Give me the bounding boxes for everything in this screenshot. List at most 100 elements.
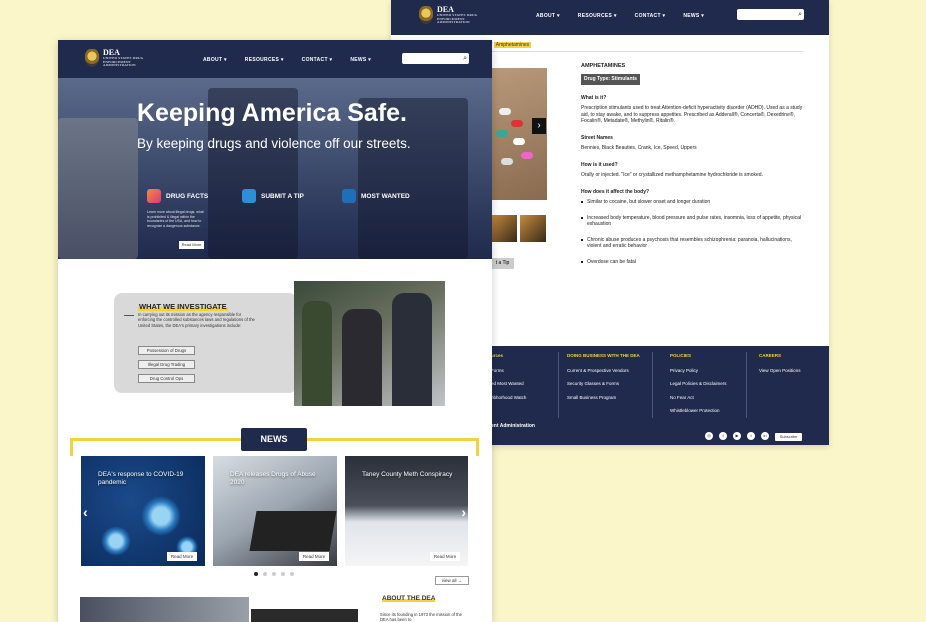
search-icon[interactable]: ⌕	[463, 54, 467, 63]
news-heading: NEWS	[241, 428, 307, 451]
investigate-title: WHAT WE INVESTIGATE	[138, 302, 228, 311]
about-text: Since its founding in 1973 the mission o…	[380, 612, 462, 622]
effects-list: Similar to cocaine, but slower onset and…	[581, 199, 805, 265]
lab-table-graphic	[249, 511, 337, 551]
question-heading: How is it used?	[581, 161, 618, 168]
carousel-dot[interactable]	[263, 572, 267, 576]
footer-link[interactable]: hbhorhood Watch	[491, 395, 526, 401]
read-more-button[interactable]: Read More	[430, 552, 460, 561]
search-icon[interactable]: ⌕	[798, 10, 802, 19]
drug-info: AMPHETAMINES Drug Type: Stimulants What …	[581, 63, 805, 274]
pill	[513, 138, 525, 145]
menu-contact[interactable]: CONTACT ▾	[635, 13, 666, 19]
carousel-dot[interactable]	[272, 572, 276, 576]
agents-arrest-photo	[294, 281, 445, 406]
footer-heading: DOING BUSINESS WITH THE DEA	[567, 353, 640, 358]
footer-link[interactable]: Whistleblower Protection	[670, 408, 727, 414]
search-input[interactable]: ⌕	[737, 9, 804, 20]
footer-heading: urces	[491, 353, 504, 358]
footer-col-policies: POLICIES Privacy Policy Legal Policies &…	[670, 353, 727, 423]
footer-link[interactable]: No Fear Act	[670, 395, 727, 401]
news-card-title: Taney County Meth Conspiracy	[362, 471, 453, 478]
hero-subtitle: By keeping drugs and violence off our st…	[137, 136, 411, 151]
answer-text: Orally or injected. "Ice" or crystallize…	[581, 172, 763, 179]
footer-col-resources: urces Forms ed Most Wanted hbhorhood Wat…	[491, 353, 526, 409]
pill	[499, 108, 511, 115]
pill	[521, 152, 533, 159]
submit-tip-button[interactable]: t a Tip	[491, 258, 514, 269]
virus-graphic	[141, 496, 181, 536]
top-nav: DEA UNITED STATES DRUG ENFORCEMENT ADMIN…	[391, 0, 829, 35]
twitter-icon[interactable]: t	[747, 432, 755, 440]
list-item: Chronic abuse produces a psychosis that …	[581, 237, 805, 250]
linkedin-icon[interactable]: in	[761, 432, 769, 440]
drug-facts-description: Learn more about illegal drugs, what is …	[147, 210, 204, 228]
thumbnail[interactable]	[491, 215, 517, 242]
footer-link[interactable]: Small Business Program	[567, 395, 640, 401]
youtube-icon[interactable]: ▶	[733, 432, 741, 440]
instagram-icon[interactable]: ◎	[705, 432, 713, 440]
footer-heading: CAREERS	[759, 353, 782, 358]
dea-logo[interactable]: DEA UNITED STATES DRUG ENFORCEMENT ADMIN…	[85, 49, 163, 68]
tip-icon	[242, 189, 256, 203]
read-more-button[interactable]: Read More	[179, 241, 204, 249]
menu-about[interactable]: ABOUT ▾	[536, 13, 560, 19]
list-item: Increased body temperature, blood pressu…	[581, 215, 805, 228]
possession-button[interactable]: Possession of Drugs	[138, 346, 195, 355]
search-input[interactable]: ⌕	[402, 53, 469, 64]
thumbnail[interactable]	[520, 215, 546, 242]
footer-link[interactable]: Forms	[491, 368, 526, 374]
menu-contact[interactable]: CONTACT ▾	[302, 57, 333, 63]
footer-link[interactable]: Legal Policies & Disclaimers	[670, 381, 727, 387]
top-nav: DEA UNITED STATES DRUG ENFORCEMENT ADMIN…	[58, 40, 492, 78]
drug-control-button[interactable]: Drug Control Ops	[138, 374, 195, 383]
footer-link[interactable]: View Open Positions	[759, 368, 800, 374]
menu-news[interactable]: NEWS ▾	[350, 57, 371, 63]
facebook-icon[interactable]: f	[719, 432, 727, 440]
footer-agency-name: ent Administration	[491, 423, 535, 429]
carousel-next-icon[interactable]: ›	[461, 504, 466, 520]
view-all-button[interactable]: view all →	[435, 576, 469, 585]
carousel-dot[interactable]	[290, 572, 294, 576]
footer-link[interactable]: Privacy Policy	[670, 368, 727, 374]
pill	[496, 130, 508, 137]
read-more-button[interactable]: Read More	[299, 552, 329, 561]
subscribe-button[interactable]: Subscribe	[775, 433, 802, 441]
virus-graphic	[101, 526, 131, 556]
most-wanted-link[interactable]: MOST WANTED	[342, 189, 410, 203]
footer-divider	[558, 352, 559, 418]
news-card-title: DEA releases Drugs of Abuse 2020	[230, 471, 316, 486]
read-more-button[interactable]: Read More	[167, 552, 197, 561]
news-card[interactable]: DEA releases Drugs of Abuse 2020 Read Mo…	[213, 456, 337, 566]
carousel-prev-icon[interactable]: ‹	[83, 504, 88, 520]
dea-logo[interactable]: DEA UNITED STATES DRUG ENFORCEMENT ADMIN…	[419, 6, 497, 25]
investigate-text: In carrying out its mission as the agenc…	[138, 312, 255, 328]
next-image-arrow[interactable]: ›	[532, 118, 546, 134]
footer-link[interactable]: Security Glasses & Forms	[567, 381, 640, 387]
news-card[interactable]: DEA's response to COVID-19 pandemic Read…	[81, 456, 205, 566]
drug-facts-link[interactable]: DRUG FACTS	[147, 189, 208, 203]
carousel-dot[interactable]	[254, 572, 258, 576]
dea-seal-icon	[419, 6, 433, 25]
submit-tip-link[interactable]: SUBMIT A TIP	[242, 189, 304, 203]
carousel-dots	[254, 572, 294, 576]
answer-text: Prescription stimulants used to treat At…	[581, 105, 803, 125]
logo-subtitle: UNITED STATES DRUG ENFORCEMENT ADMINISTR…	[437, 13, 478, 24]
breadcrumb-current: Amphetamines	[493, 42, 532, 48]
about-photo	[80, 597, 249, 622]
hero-banner: Keeping America Safe. By keeping drugs a…	[58, 78, 492, 259]
investigate-card: WHAT WE INVESTIGATE In carrying out its …	[114, 293, 297, 393]
drug-type-badge: Drug Type: Stimulants	[581, 74, 640, 85]
menu-resources[interactable]: RESOURCES ▾	[578, 13, 617, 19]
front-page-home: DEA UNITED STATES DRUG ENFORCEMENT ADMIN…	[58, 40, 492, 622]
menu-news[interactable]: NEWS ▾	[683, 13, 704, 19]
menu-about[interactable]: ABOUT ▾	[203, 57, 227, 63]
footer-link[interactable]: Current & Prospective Vendors	[567, 368, 640, 374]
footer-link[interactable]: ed Most Wanted	[491, 381, 526, 387]
answer-text: Bennies, Black Beauties, Crank, Ice, Spe…	[581, 145, 697, 152]
logo-subtitle: UNITED STATES DRUG ENFORCEMENT ADMINISTR…	[103, 56, 144, 67]
carousel-dot[interactable]	[281, 572, 285, 576]
news-card[interactable]: Taney County Meth Conspiracy Read More ›	[345, 456, 468, 566]
menu-resources[interactable]: RESOURCES ▾	[245, 57, 284, 63]
drug-trading-button[interactable]: Illegal Drug Trading	[138, 360, 195, 369]
